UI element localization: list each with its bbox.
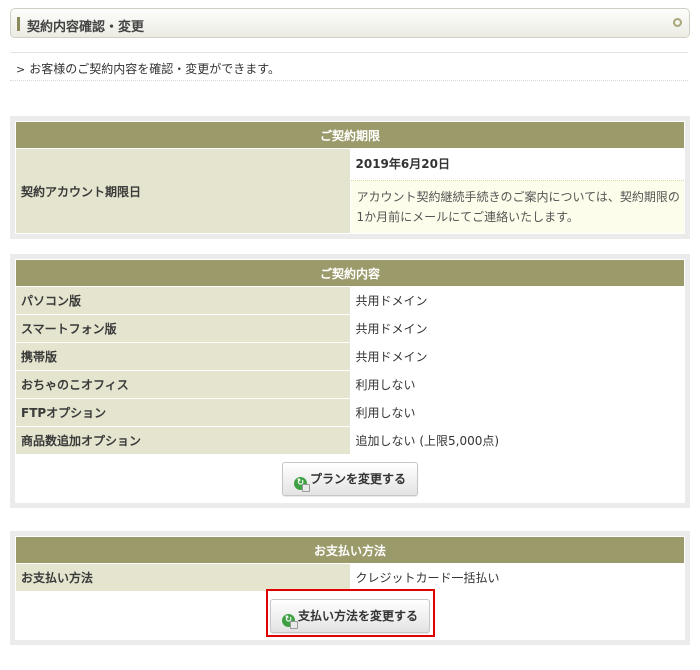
row-value: 利用しない — [349, 398, 685, 427]
intro-label: お客様のご契約内容を確認・変更ができます。 — [29, 62, 281, 76]
table-row: 携帯版 共用ドメイン — [15, 342, 685, 371]
table-row: お支払い方法 クレジットカード一括払い — [15, 563, 685, 592]
renewal-note: アカウント契約継続手続きのご案内については、契約期限の1か月前にメールにてご連絡… — [350, 180, 684, 233]
change-plan-button[interactable]: ↻ プランを変更する — [281, 461, 418, 496]
divider — [10, 80, 688, 81]
contract-details-heading: ご契約内容 — [15, 259, 685, 287]
payment-method-value: クレジットカード一括払い — [349, 563, 685, 592]
page-title: 契約内容確認・変更 — [27, 20, 145, 35]
payment-method-label: お支払い方法 — [15, 563, 351, 592]
intro-text: > お客様のご契約内容を確認・変更ができます。 — [16, 60, 280, 77]
expiry-date-label: 契約アカウント期限日 — [15, 148, 351, 234]
row-value: 共用ドメイン — [349, 286, 685, 315]
chevron-right-icon: > — [16, 63, 26, 76]
row-label: FTPオプション — [15, 398, 351, 427]
table-row: パソコン版 共用ドメイン — [15, 286, 685, 315]
row-value: 利用しない — [349, 370, 685, 399]
divider — [10, 52, 688, 53]
row-label: 携帯版 — [15, 342, 351, 371]
contract-details-panel: ご契約内容 パソコン版 共用ドメイン スマートフォン版 共用ドメイン 携帯版 共… — [10, 254, 690, 508]
row-value: 共用ドメイン — [349, 342, 685, 371]
page-header: 契約内容確認・変更 — [10, 8, 690, 38]
contract-period-heading: ご契約期限 — [15, 121, 685, 149]
row-label: おちゃのこオフィス — [15, 370, 351, 399]
change-arrow-icon: ↻ — [293, 476, 310, 492]
payment-heading: お支払い方法 — [15, 536, 685, 564]
row-value: 追加しない (上限5,000点) — [349, 426, 685, 455]
change-plan-label: プランを変更する — [309, 471, 406, 486]
row-value: 共用ドメイン — [349, 314, 685, 343]
row-label: スマートフォン版 — [15, 314, 351, 343]
table-row: おちゃのこオフィス 利用しない — [15, 370, 685, 399]
highlight-box — [266, 589, 435, 637]
header-accent-bar — [17, 17, 20, 31]
header-circle-icon — [673, 18, 682, 27]
contract-period-panel: ご契約期限 契約アカウント期限日 2019年6月20日 アカウント契約継続手続き… — [10, 116, 690, 239]
row-label: 商品数追加オプション — [15, 426, 351, 455]
expiry-date-cell: 2019年6月20日 アカウント契約継続手続きのご案内については、契約期限の1か… — [349, 148, 685, 234]
expiry-date-value: 2019年6月20日 — [355, 157, 450, 171]
row-label: パソコン版 — [15, 286, 351, 315]
change-plan-row: ↻ プランを変更する — [15, 454, 685, 503]
table-row: スマートフォン版 共用ドメイン — [15, 314, 685, 343]
table-row: 商品数追加オプション 追加しない (上限5,000点) — [15, 426, 685, 455]
table-row: FTPオプション 利用しない — [15, 398, 685, 427]
